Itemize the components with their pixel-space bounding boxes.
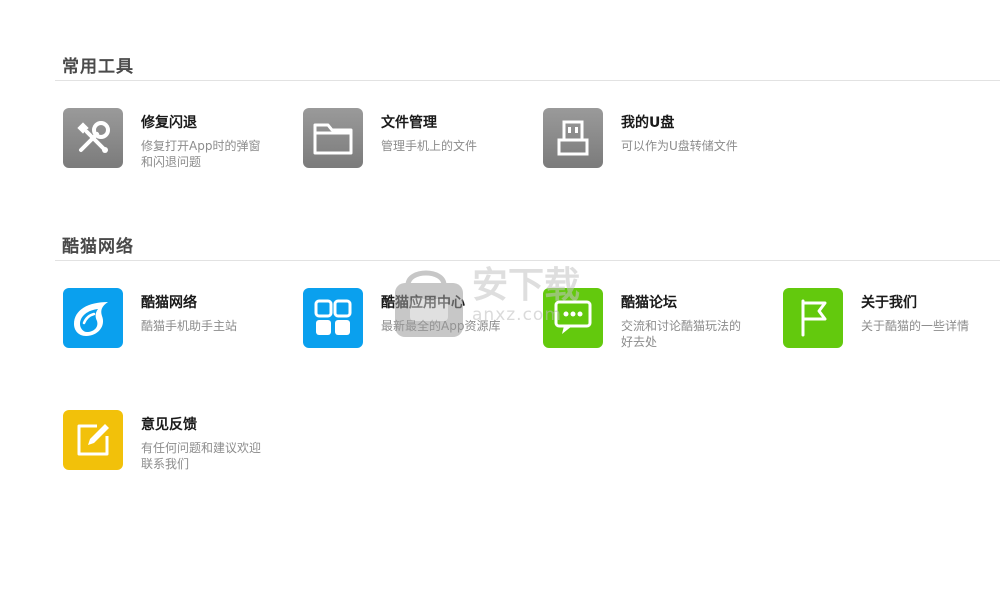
tile-name: 酷猫应用中心 — [381, 295, 465, 311]
forum-chat-icon — [543, 288, 603, 348]
tile-kumao-network[interactable]: 酷猫网络 酷猫手机助手主站 — [63, 288, 293, 352]
tile-name: 意见反馈 — [141, 417, 197, 433]
tile-name: 我的U盘 — [621, 115, 675, 131]
tile-app-center[interactable]: 酷猫应用中心 最新最全的App资源库 — [303, 288, 533, 352]
tile-desc: 酷猫手机助手主站 — [141, 319, 238, 333]
flag-icon — [783, 288, 843, 348]
tile-desc: 修复打开App时的弹窗和闪退问题 — [141, 139, 261, 169]
section-divider — [55, 80, 1000, 81]
edit-note-icon — [63, 410, 123, 470]
tile-feedback[interactable]: 意见反馈 有任何问题和建议欢迎联系我们 — [63, 410, 293, 474]
tile-about-us[interactable]: 关于我们 关于酷猫的一些详情 — [783, 288, 1000, 352]
water-drop-logo-icon — [63, 288, 123, 348]
tile-forum[interactable]: 酷猫论坛 交流和讨论酷猫玩法的好去处 — [543, 288, 773, 352]
tile-desc: 最新最全的App资源库 — [381, 319, 501, 333]
app-grid-icon — [303, 288, 363, 348]
tile-my-usb[interactable]: 我的U盘 可以作为U盘转储文件 — [543, 108, 773, 172]
tile-desc: 交流和讨论酷猫玩法的好去处 — [621, 319, 742, 349]
tile-desc: 有任何问题和建议欢迎联系我们 — [141, 441, 262, 471]
section-title-common-tools: 常用工具 — [62, 57, 134, 77]
wrench-screwdriver-icon — [63, 108, 123, 168]
section-divider — [55, 260, 1000, 261]
usb-drive-icon — [543, 108, 603, 168]
section-title-kumao-network: 酷猫网络 — [62, 237, 134, 257]
tile-name: 文件管理 — [381, 115, 437, 131]
tile-name: 关于我们 — [861, 295, 917, 311]
tile-name: 修复闪退 — [141, 115, 197, 131]
tile-desc: 可以作为U盘转储文件 — [621, 139, 738, 153]
tile-file-manager[interactable]: 文件管理 管理手机上的文件 — [303, 108, 533, 172]
tile-fix-crash[interactable]: 修复闪退 修复打开App时的弹窗和闪退问题 — [63, 108, 293, 172]
tile-name: 酷猫论坛 — [621, 295, 677, 311]
folder-icon — [303, 108, 363, 168]
tile-name: 酷猫网络 — [141, 295, 197, 311]
tools-page: 常用工具 修复闪退 修复打开App时的弹窗和闪退问题 文件管理 管理手机上的文件… — [0, 0, 1000, 595]
tile-desc: 关于酷猫的一些详情 — [861, 319, 970, 333]
tile-desc: 管理手机上的文件 — [381, 139, 478, 153]
